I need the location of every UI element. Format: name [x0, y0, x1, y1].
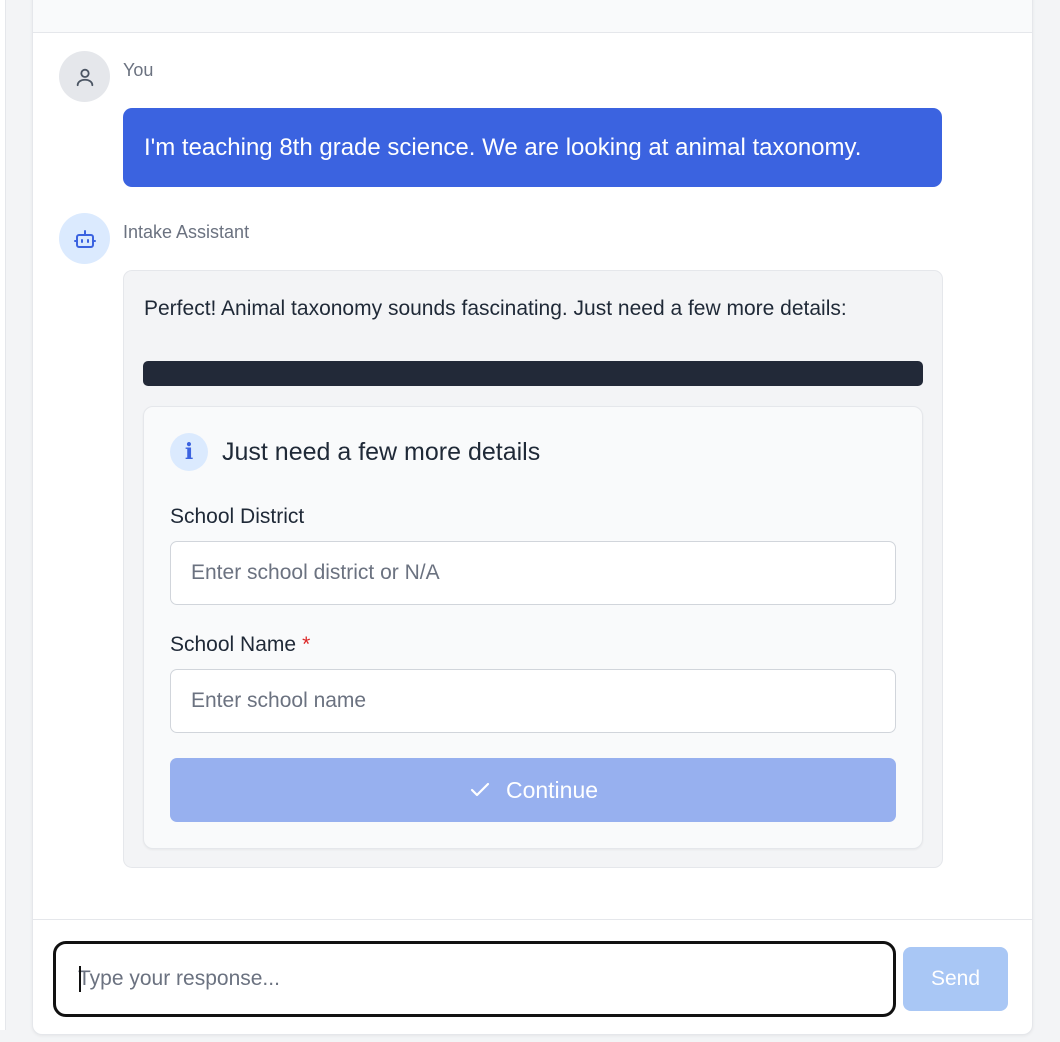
code-block-bar	[143, 361, 923, 386]
school-district-label: School District	[170, 505, 304, 529]
assistant-message-text: Perfect! Animal taxonomy sounds fascinat…	[144, 297, 847, 320]
assistant-message-bubble: Perfect! Animal taxonomy sounds fascinat…	[123, 270, 943, 868]
message-sender-name: You	[123, 60, 154, 80]
form-title: Just need a few more details	[222, 438, 541, 466]
school-name-label: School Name *	[170, 633, 310, 657]
user-avatar	[59, 51, 110, 102]
text-caret	[79, 966, 81, 992]
message-sender-name: Intake Assistant	[123, 222, 250, 242]
continue-button[interactable]: Continue	[170, 758, 896, 822]
info-icon: i	[170, 433, 208, 471]
user-message-bubble: I'm teaching 8th grade science. We are l…	[123, 108, 942, 187]
check-icon	[470, 782, 490, 797]
chat-header	[33, 0, 1032, 33]
response-input[interactable]	[53, 941, 896, 1017]
details-form: i Just need a few more details School Di…	[143, 406, 923, 849]
composer-divider	[33, 919, 1032, 920]
required-asterisk: *	[302, 633, 311, 656]
school-district-label-text: School District	[170, 505, 305, 528]
school-name-label-text: School Name	[170, 633, 297, 656]
chat-card: You I'm teaching 8th grade science. We a…	[32, 0, 1033, 1035]
left-panel-edge	[0, 0, 6, 1030]
send-button[interactable]: Send	[903, 947, 1008, 1011]
school-district-input[interactable]	[170, 541, 896, 605]
continue-button-label: Continue	[505, 776, 599, 803]
bot-icon	[73, 229, 96, 248]
school-name-input[interactable]	[170, 669, 896, 733]
bot-avatar	[59, 213, 110, 264]
user-icon	[76, 68, 93, 86]
